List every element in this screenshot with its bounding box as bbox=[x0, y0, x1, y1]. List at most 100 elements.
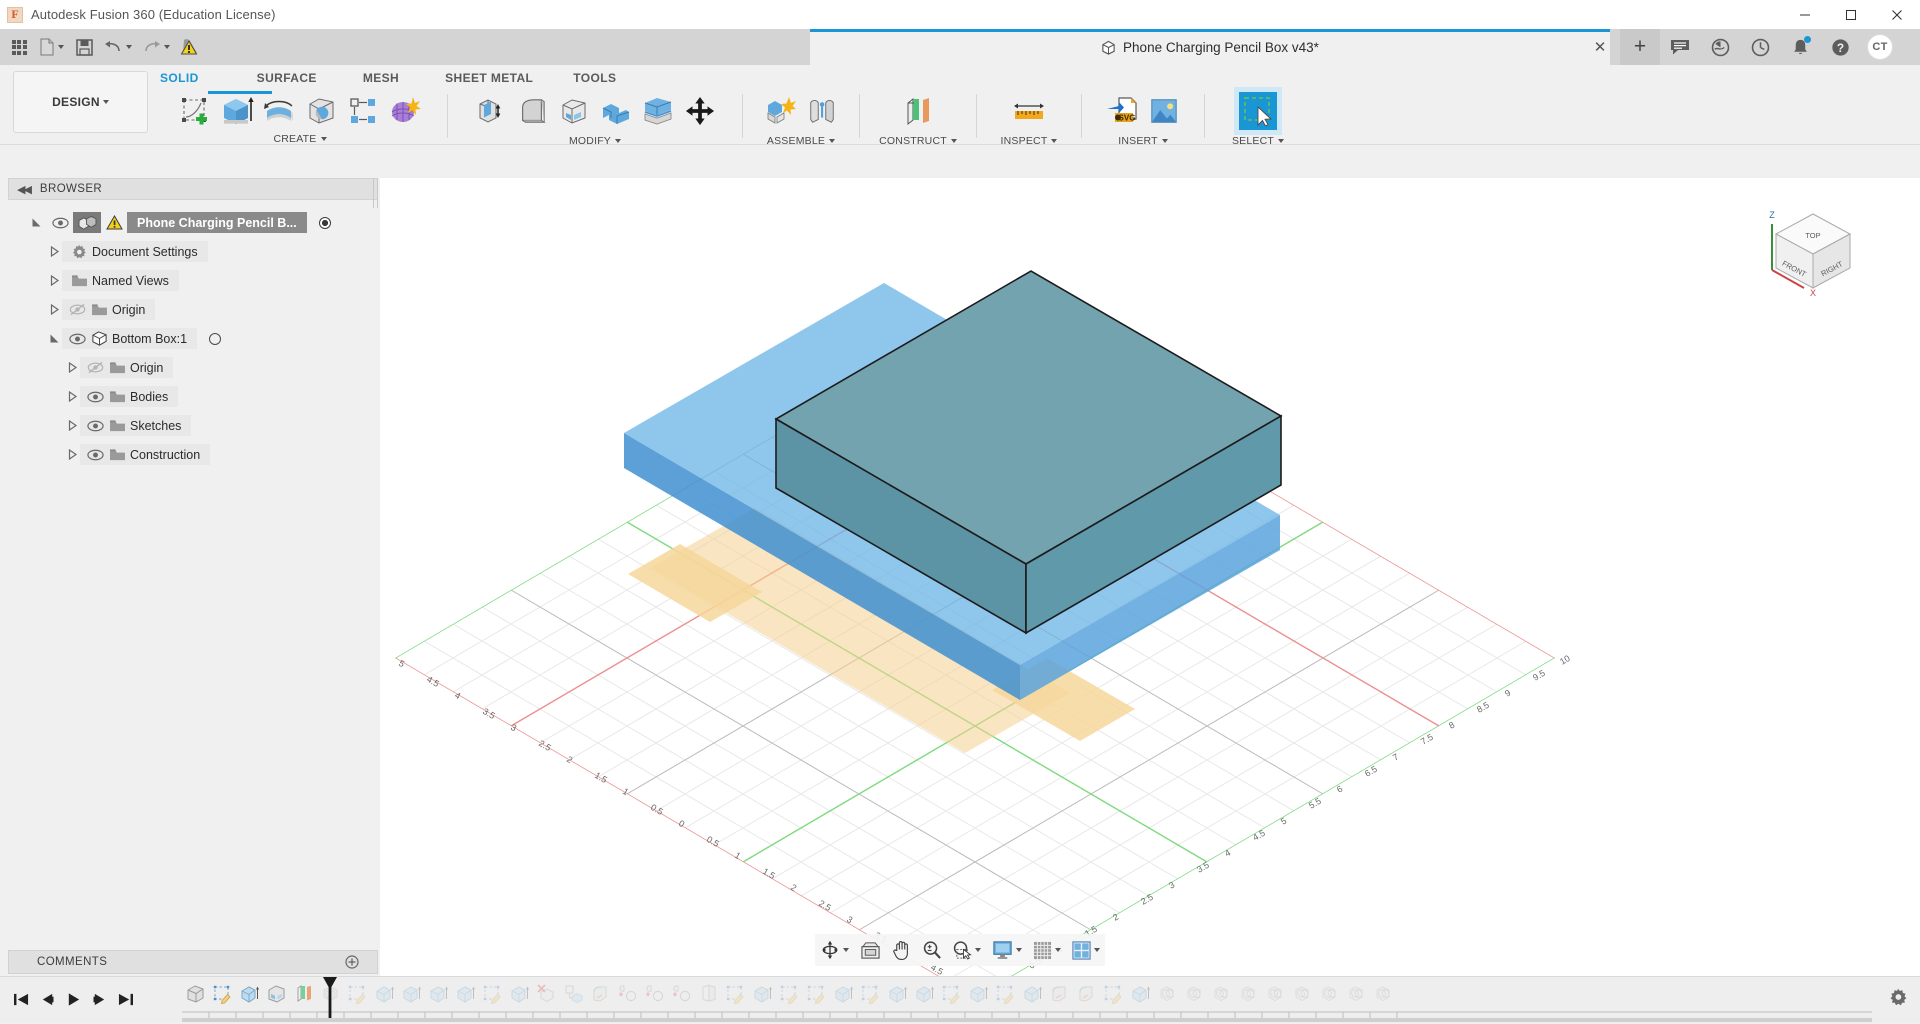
tree-item-bottom-box[interactable]: Bottom Box:1 bbox=[8, 324, 378, 353]
timeline-feature-sketch[interactable] bbox=[344, 979, 371, 1009]
timeline-feature-joint[interactable] bbox=[1154, 979, 1181, 1009]
close-tab-button[interactable]: ✕ bbox=[1588, 35, 1612, 59]
orbit-button[interactable] bbox=[818, 936, 851, 964]
timeline-feature-sketch[interactable] bbox=[776, 979, 803, 1009]
comments-panel[interactable]: COMMENTS bbox=[8, 950, 378, 974]
timeline-feature-extrude[interactable] bbox=[236, 979, 263, 1009]
ribbon-group-assemble-label[interactable]: ASSEMBLE bbox=[767, 135, 836, 147]
timeline-feature-combine[interactable] bbox=[560, 979, 587, 1009]
document-tab[interactable]: Phone Charging Pencil Box v43* bbox=[810, 29, 1610, 65]
add-comment-button[interactable] bbox=[345, 955, 359, 969]
press-pull-icon[interactable] bbox=[469, 89, 511, 133]
timeline-feature-plane[interactable] bbox=[290, 979, 317, 1009]
timeline-settings-button[interactable] bbox=[1888, 987, 1910, 1009]
revolve-icon[interactable] bbox=[258, 89, 300, 133]
app-grid-button[interactable] bbox=[6, 33, 32, 61]
step-forward-button[interactable] bbox=[86, 984, 112, 1014]
expand-arrow-icon[interactable] bbox=[46, 331, 62, 347]
expand-arrow-icon[interactable] bbox=[46, 302, 62, 318]
expand-arrow-icon[interactable] bbox=[64, 389, 80, 405]
ribbon-group-modify-label[interactable]: MODIFY bbox=[569, 135, 622, 147]
expand-arrow-icon[interactable] bbox=[28, 215, 44, 231]
job-status-icon[interactable] bbox=[1700, 29, 1740, 65]
panel-resize-grip[interactable] bbox=[373, 178, 378, 208]
component-activate-radio[interactable] bbox=[318, 216, 331, 229]
visibility-eye-icon[interactable] bbox=[84, 389, 106, 405]
viewports-button[interactable] bbox=[1070, 936, 1102, 964]
notifications-icon[interactable] bbox=[1780, 29, 1820, 65]
visibility-eye-icon[interactable] bbox=[66, 331, 88, 347]
measure-icon[interactable] bbox=[1008, 89, 1050, 133]
maximize-button[interactable] bbox=[1828, 0, 1874, 29]
tree-item-sketches[interactable]: Sketches bbox=[8, 411, 378, 440]
sweep-icon[interactable] bbox=[300, 89, 342, 133]
timeline-feature-sketch[interactable] bbox=[479, 979, 506, 1009]
timeline-feature-extrude[interactable] bbox=[749, 979, 776, 1009]
timeline-feature-extrude[interactable] bbox=[911, 979, 938, 1009]
timeline-feature-body[interactable] bbox=[182, 979, 209, 1009]
timeline-feature-sketch[interactable] bbox=[992, 979, 1019, 1009]
extrude-icon[interactable] bbox=[216, 89, 258, 133]
timeline-feature-shell[interactable] bbox=[263, 979, 290, 1009]
tree-item-named-views[interactable]: Named Views bbox=[8, 266, 378, 295]
timeline-feature-joint[interactable] bbox=[1343, 979, 1370, 1009]
new-component-icon[interactable] bbox=[759, 89, 801, 133]
visibility-hidden-eye-icon[interactable] bbox=[84, 360, 106, 376]
visibility-eye-icon[interactable] bbox=[49, 215, 71, 231]
timeline-feature-fillet[interactable] bbox=[1046, 979, 1073, 1009]
timeline-feature-sketch[interactable] bbox=[803, 979, 830, 1009]
timeline-feature-extrude[interactable] bbox=[452, 979, 479, 1009]
close-button[interactable] bbox=[1874, 0, 1920, 29]
go-to-beginning-button[interactable] bbox=[8, 984, 34, 1014]
help-icon[interactable]: ? bbox=[1820, 29, 1860, 65]
timeline-feature-joint[interactable] bbox=[1370, 979, 1397, 1009]
collapse-panel-button[interactable]: ◀◀ bbox=[17, 183, 32, 196]
timeline-feature-sketch[interactable] bbox=[1100, 979, 1127, 1009]
timeline-feature-sketch[interactable] bbox=[722, 979, 749, 1009]
tree-item-root-component[interactable]: Phone Charging Pencil B... bbox=[8, 208, 378, 237]
timeline-feature-extrude[interactable] bbox=[965, 979, 992, 1009]
timeline-feature-extrude[interactable] bbox=[1127, 979, 1154, 1009]
move-copy-icon[interactable] bbox=[679, 89, 721, 133]
insert-svg-icon[interactable]: SVG bbox=[1101, 89, 1143, 133]
expand-arrow-icon[interactable] bbox=[64, 418, 80, 434]
form-icon[interactable] bbox=[384, 89, 426, 133]
play-button[interactable] bbox=[60, 984, 86, 1014]
timeline-feature-joint[interactable] bbox=[1235, 979, 1262, 1009]
select-window-icon[interactable] bbox=[1234, 87, 1282, 135]
go-to-end-button[interactable] bbox=[112, 984, 138, 1014]
undo-button[interactable] bbox=[101, 33, 135, 61]
visibility-eye-icon[interactable] bbox=[84, 418, 106, 434]
new-file-button[interactable] bbox=[36, 33, 67, 61]
split-face-icon[interactable] bbox=[637, 89, 679, 133]
ribbon-group-select-label[interactable]: SELECT bbox=[1232, 135, 1285, 147]
timeline-feature-extrude[interactable] bbox=[830, 979, 857, 1009]
timeline-feature-sketch[interactable] bbox=[857, 979, 884, 1009]
workspace-switcher[interactable]: DESIGN bbox=[13, 71, 148, 133]
combine-icon[interactable] bbox=[595, 89, 637, 133]
ribbon-group-insert-label[interactable]: INSERT bbox=[1118, 135, 1168, 147]
ribbon-group-inspect-label[interactable]: INSPECT bbox=[1001, 135, 1058, 147]
timeline-feature-joint[interactable] bbox=[1289, 979, 1316, 1009]
timeline-feature-joint[interactable] bbox=[1316, 979, 1343, 1009]
component-activate-radio[interactable] bbox=[209, 332, 222, 345]
timeline-feature-joint[interactable] bbox=[1181, 979, 1208, 1009]
timeline-feature-joint[interactable] bbox=[1208, 979, 1235, 1009]
timeline-playhead-marker[interactable] bbox=[323, 977, 337, 1019]
zoom-window-button[interactable] bbox=[950, 936, 983, 964]
step-back-button[interactable] bbox=[34, 984, 60, 1014]
new-tab-button[interactable]: + bbox=[1620, 29, 1660, 65]
shell-icon[interactable] bbox=[553, 89, 595, 133]
create-sketch-icon[interactable] bbox=[174, 89, 216, 133]
fillet-icon[interactable] bbox=[511, 89, 553, 133]
look-at-button[interactable] bbox=[858, 936, 883, 964]
redo-button[interactable] bbox=[139, 33, 173, 61]
comments-icon[interactable] bbox=[1660, 29, 1700, 65]
timeline-feature-sketch[interactable] bbox=[938, 979, 965, 1009]
timeline-feature-hole[interactable] bbox=[668, 979, 695, 1009]
joint-icon[interactable] bbox=[801, 89, 843, 133]
save-button[interactable] bbox=[71, 33, 97, 61]
pan-button[interactable] bbox=[890, 936, 913, 964]
tree-item-origin[interactable]: Origin bbox=[8, 295, 378, 324]
ribbon-group-construct-label[interactable]: CONSTRUCT bbox=[879, 135, 957, 147]
